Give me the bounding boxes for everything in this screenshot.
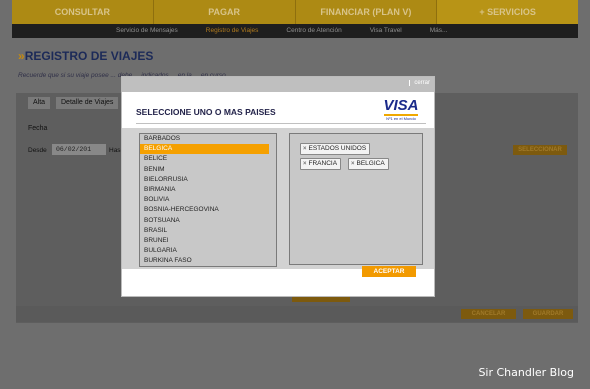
chip-francia[interactable]: × FRANCIA	[300, 158, 342, 170]
nav-consultar[interactable]: CONSULTAR	[12, 0, 154, 24]
subnav-registro-viajes[interactable]: Registro de Viajes	[192, 24, 273, 38]
subnav-mas[interactable]: Más...	[416, 24, 462, 38]
top-nav: CONSULTAR PAGAR FINANCIAR (PLAN V) + SER…	[12, 0, 578, 24]
remove-icon[interactable]: ×	[303, 161, 307, 167]
country-listbox[interactable]: BARBADOS BELGICA BELICE BENIM BIELORRUSI…	[139, 133, 277, 267]
nav-servicios[interactable]: + SERVICIOS	[437, 0, 578, 24]
list-item[interactable]: BRUNEI	[140, 236, 276, 246]
aceptar-button[interactable]: ACEPTAR	[362, 266, 416, 277]
tab-alta[interactable]: Alta	[28, 97, 51, 109]
tab-detalle-viajes[interactable]: Detalle de Viajes	[56, 97, 119, 109]
close-button[interactable]: cerrar	[409, 80, 430, 86]
list-item[interactable]: BURKINA FASO	[140, 256, 276, 266]
country-selector-modal: cerrar SELECCIONE UNO O MAS PAISES VISA …	[121, 76, 435, 297]
list-item-selected[interactable]: BELGICA	[140, 144, 269, 155]
nav-pagar[interactable]: PAGAR	[154, 0, 296, 24]
list-item[interactable]: BENIM	[140, 165, 276, 175]
list-item[interactable]: BOLIVIA	[140, 195, 276, 205]
remove-icon[interactable]: ×	[303, 146, 307, 152]
chip-belgica[interactable]: × BELGICA	[348, 158, 389, 170]
subnav-centro-atencion[interactable]: Centro de Atención	[272, 24, 355, 38]
list-item[interactable]: BOSNIA-HERCEGOVINA	[140, 205, 276, 215]
desde-label: Desde	[28, 147, 47, 154]
visa-logo-word: VISA	[383, 97, 419, 114]
seleccionar-button[interactable]: SELECCIONAR	[513, 145, 567, 155]
chip-label: BELGICA	[356, 160, 385, 167]
hasta-label: Has	[109, 147, 121, 154]
list-item[interactable]: BULGARIA	[140, 246, 276, 256]
page-title-text: REGISTRO DE VIAJES	[24, 49, 154, 63]
visa-logo-tagline: Nº1 en el Mundo	[386, 116, 416, 121]
guardar-button[interactable]: GUARDAR	[523, 309, 573, 319]
desde-date-field[interactable]: 06/02/201	[52, 144, 106, 155]
subnav-visa-travel[interactable]: Visa Travel	[356, 24, 416, 38]
nav-financiar[interactable]: FINANCIAR (PLAN V)	[296, 0, 438, 24]
title-arrow-icon: »	[18, 49, 25, 63]
subnav-servicio-mensajes[interactable]: Servicio de Mensajes	[102, 24, 192, 38]
modal-divider	[136, 123, 426, 124]
list-item[interactable]: BELICE	[140, 154, 276, 164]
modal-top-strip: cerrar	[122, 77, 434, 92]
list-item[interactable]: BIRMANIA	[140, 185, 276, 195]
page-title: »REGISTRO DE VIAJES	[18, 49, 153, 63]
modal-title: SELECCIONE UNO O MAS PAISES	[136, 107, 276, 117]
fecha-label: Fecha	[28, 125, 48, 132]
cancelar-button[interactable]: CANCELAR	[461, 309, 516, 319]
list-item[interactable]: BRASIL	[140, 226, 276, 236]
list-item[interactable]: BOTSUANA	[140, 216, 276, 226]
chip-estados-unidos[interactable]: × ESTADOS UNIDOS	[300, 143, 371, 155]
chip-label: FRANCIA	[308, 160, 338, 167]
sub-nav: Servicio de Mensajes Registro de Viajes …	[12, 24, 578, 38]
visa-logo: VISA Nº1 en el Mundo	[381, 98, 421, 121]
blog-watermark: Sir Chandler Blog	[478, 366, 574, 379]
list-item[interactable]: BIELORRUSIA	[140, 175, 276, 185]
list-item[interactable]: BARBADOS	[140, 134, 276, 144]
remove-icon[interactable]: ×	[351, 161, 355, 167]
chip-label: ESTADOS UNIDOS	[308, 145, 367, 152]
selected-countries-box: × ESTADOS UNIDOS × FRANCIA × BELGICA	[289, 133, 423, 265]
